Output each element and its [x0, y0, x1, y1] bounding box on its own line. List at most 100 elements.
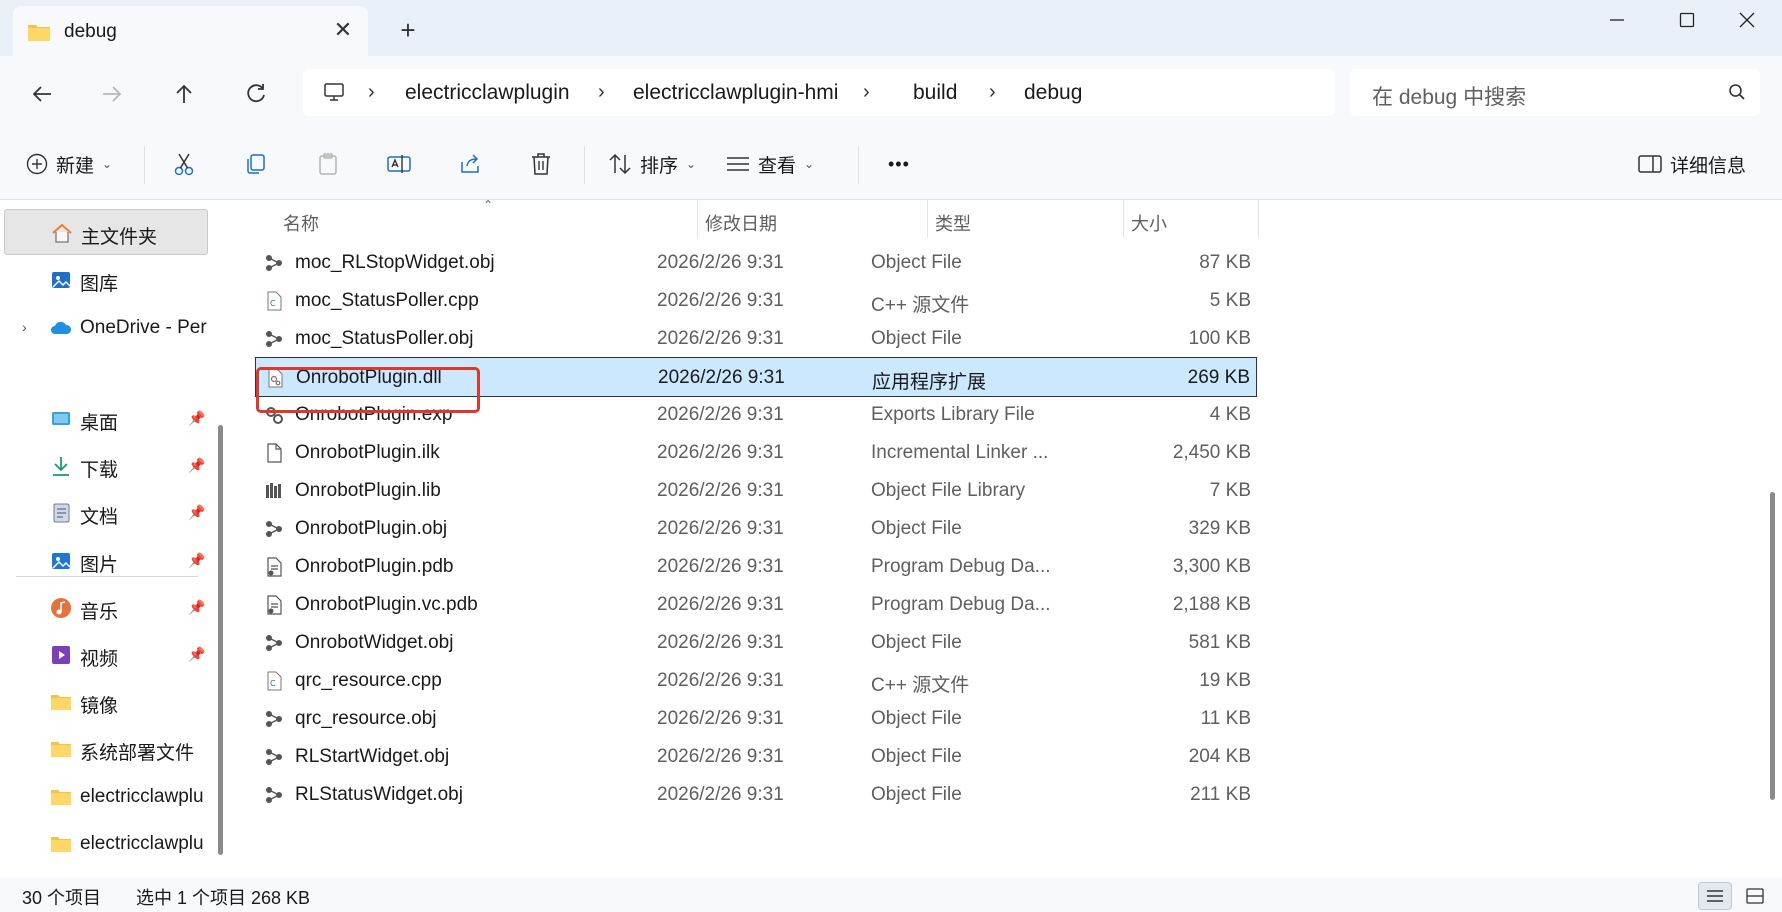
tab-close-button[interactable]: ✕	[329, 16, 357, 44]
cpp-icon: C	[264, 671, 284, 691]
search-input[interactable]: 在 debug 中搜索	[1350, 69, 1760, 116]
file-size: 87 KB	[1199, 252, 1251, 273]
column-header-type[interactable]: 类型	[935, 200, 1115, 238]
file-row[interactable]: RLStartWidget.obj 2026/2/26 9:31 Object Fi…	[255, 737, 1257, 777]
sidebar-item-folder[interactable]: 镜像	[4, 679, 208, 725]
minimize-button[interactable]	[1582, 0, 1652, 40]
new-tab-button[interactable]: +	[394, 16, 422, 44]
view-button[interactable]: 查看 ⌄	[726, 144, 814, 184]
sidebar-item-videos[interactable]: 视频 📌	[4, 632, 208, 678]
file-size: 3,300 KB	[1172, 556, 1251, 577]
file-name: moc_StatusPoller.obj	[295, 328, 474, 349]
obj-icon	[264, 519, 284, 539]
gallery-icon	[52, 272, 71, 288]
cut-button[interactable]	[172, 144, 196, 184]
file-row[interactable]: OnrobotPlugin.lib 2026/2/26 9:31 Object Fi…	[255, 471, 1257, 511]
details-view-button[interactable]	[1698, 882, 1732, 910]
breadcrumb-item[interactable]: build	[913, 81, 957, 105]
file-row[interactable]: OnrobotPlugin.obj 2026/2/26 9:31 Object Fi…	[255, 509, 1257, 549]
file-date: 2026/2/26 9:31	[657, 670, 784, 691]
address-bar[interactable]: › electricclawplugin › electricclawplugi…	[303, 69, 1335, 116]
up-button[interactable]	[164, 74, 204, 114]
search-placeholder: 在 debug 中搜索	[1372, 86, 1527, 109]
file-row[interactable]: OnrobotPlugin.vc.pdb 2026/2/26 9:31 Progra…	[255, 585, 1257, 625]
column-header-size[interactable]: 大小	[1131, 200, 1251, 238]
file-row[interactable]: OnrobotPlugin.pdb 2026/2/26 9:31 Program D…	[255, 547, 1257, 587]
column-header-name[interactable]: 名称	[283, 200, 683, 238]
file-row[interactable]: moc_StatusPoller.obj 2026/2/26 9:31 Object…	[255, 319, 1257, 359]
column-header-date[interactable]: 修改日期	[705, 200, 905, 238]
sidebar-item-label: OneDrive - Per	[80, 317, 207, 338]
sidebar-item-pictures[interactable]: 图片 📌	[4, 538, 208, 584]
rename-button[interactable]	[386, 144, 412, 184]
pin-icon: 📌	[188, 457, 206, 473]
file-list: ⌃ 名称 修改日期 类型 大小 moc_RLStopWidget.obj 2026…	[235, 200, 1765, 880]
chevron-right-icon[interactable]: ›	[598, 81, 605, 104]
chevron-right-icon[interactable]: ›	[368, 81, 375, 104]
sidebar-item-documents[interactable]: 文档 📌	[4, 490, 208, 536]
file-row[interactable]: OnrobotWidget.obj 2026/2/26 9:31 Object Fi…	[255, 623, 1257, 663]
file-row[interactable]: qrc_resource.obj 2026/2/26 9:31 Object Fil…	[255, 699, 1257, 739]
title-bar: debug ✕ +	[0, 0, 1782, 56]
sidebar-item-music[interactable]: 音乐 📌	[4, 585, 208, 631]
arrow-left-icon	[32, 86, 51, 102]
arrow-up-icon	[176, 84, 192, 103]
sidebar-item-label: 桌面	[80, 413, 119, 434]
breadcrumb-item[interactable]: debug	[1024, 81, 1082, 105]
breadcrumb-item[interactable]: electricclawplugin	[405, 81, 570, 105]
file-size: 19 KB	[1199, 670, 1251, 691]
obj-icon	[264, 785, 284, 805]
maximize-icon	[1679, 12, 1695, 28]
refresh-button[interactable]	[236, 74, 276, 114]
file-name: OnrobotPlugin.obj	[295, 518, 448, 539]
share-button[interactable]	[458, 144, 482, 184]
details-pane-button[interactable]: 详细信息	[1638, 144, 1746, 184]
file-type: Object File	[871, 746, 962, 767]
chevron-right-icon[interactable]: ›	[863, 81, 870, 104]
file-row[interactable]: OnrobotPlugin.ilk 2026/2/26 9:31 Increment…	[255, 433, 1257, 473]
chevron-right-icon[interactable]: ›	[989, 81, 996, 104]
command-bar: 新建 ⌄ 排序 ⌄ 查看 ⌄ ••• 详细信息	[0, 128, 1782, 200]
sidebar-item-home[interactable]: 主文件夹	[4, 209, 208, 255]
sidebar-item-label: 文档	[80, 507, 119, 528]
chevron-down-icon: ⌄	[686, 157, 697, 171]
view-label: 查看	[758, 155, 797, 177]
breadcrumb-item[interactable]: electricclawplugin-hmi	[633, 81, 838, 105]
file-row[interactable]: moc_RLStopWidget.obj 2026/2/26 9:31 Object…	[255, 243, 1257, 283]
details-label: 详细信息	[1670, 155, 1747, 177]
sidebar-item-folder[interactable]: electricclawplu	[4, 774, 208, 820]
sidebar-scrollbar[interactable]	[218, 425, 223, 855]
tab-debug[interactable]: debug ✕	[13, 6, 368, 56]
file-name: OnrobotPlugin.ilk	[295, 442, 440, 463]
sort-button[interactable]: 排序 ⌄	[608, 144, 696, 184]
file-list-scrollbar[interactable]	[1770, 492, 1775, 800]
forward-button[interactable]	[92, 74, 132, 114]
more-options-button[interactable]: •••	[880, 144, 910, 184]
sidebar-item-gallery[interactable]: 图库	[4, 257, 208, 303]
obj-icon	[264, 633, 284, 653]
copy-button[interactable]	[244, 144, 268, 184]
close-window-button[interactable]	[1712, 0, 1782, 40]
back-button[interactable]	[22, 74, 62, 114]
file-row[interactable]: Cqrc_resource.cpp 2026/2/26 9:31 C++ 源文件 19…	[255, 661, 1257, 701]
file-size: 2,450 KB	[1172, 442, 1251, 463]
share-icon	[461, 154, 479, 173]
file-row[interactable]: RLStatusWidget.obj 2026/2/26 9:31 Object F…	[255, 775, 1257, 815]
sidebar-item-folder[interactable]: electricclawplu	[4, 821, 208, 867]
sidebar-item-label: 下载	[80, 460, 119, 481]
file-type: Program Debug Da...	[871, 594, 1051, 615]
sidebar-item-downloads[interactable]: 下载 📌	[4, 443, 208, 489]
file-row[interactable]: Cmoc_StatusPoller.cpp 2026/2/26 9:31 C++ 源…	[255, 281, 1257, 321]
sidebar-item-label: 视频	[80, 649, 119, 670]
paste-button[interactable]	[316, 144, 340, 184]
sidebar-item-label: 镜像	[80, 696, 119, 717]
sidebar-item-onedrive[interactable]: › OneDrive - Per	[4, 305, 208, 351]
new-button[interactable]: 新建 ⌄	[26, 144, 112, 184]
sidebar-item-label: 主文件夹	[81, 227, 158, 248]
chevron-right-icon[interactable]: ›	[22, 319, 27, 335]
minimize-icon	[1610, 19, 1624, 21]
sidebar-item-folder[interactable]: 系统部署文件	[4, 726, 208, 772]
sidebar-item-desktop[interactable]: 桌面 📌	[4, 396, 208, 442]
delete-button[interactable]	[530, 144, 552, 184]
tiles-view-button[interactable]	[1738, 882, 1772, 910]
